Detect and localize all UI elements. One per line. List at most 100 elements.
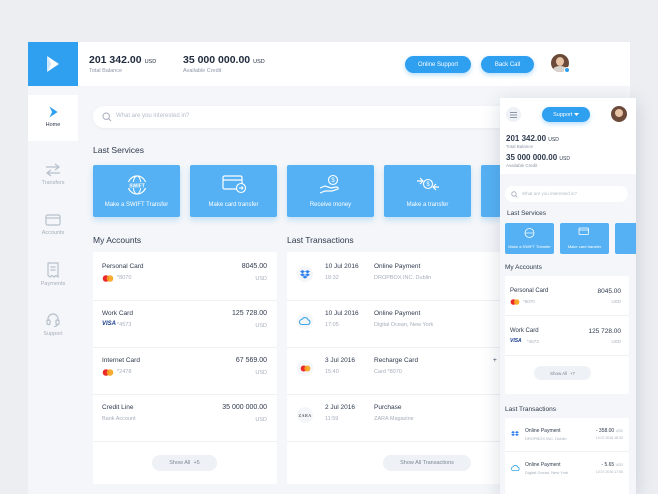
mobile-show-all-button[interactable]: Show All +7	[534, 366, 591, 380]
sidebar-item-label: Support	[43, 331, 63, 337]
mobile-account-row[interactable]: Work Card VISA *4573 125 728.00 USD	[505, 318, 629, 356]
account-row[interactable]: Work Card VISA *4573 125 728.00 USD	[93, 301, 277, 348]
sidebar-item-transfers[interactable]: Transfers	[28, 159, 78, 199]
mobile-account-row[interactable]: Personal Card *8070 8045.00 USD	[505, 278, 629, 316]
mobile-service-card-transfer[interactable]: Make card transfer	[560, 223, 609, 254]
account-currency: USD	[255, 417, 267, 423]
mobile-avatar[interactable]	[611, 106, 627, 122]
transaction-time: 18:32	[325, 275, 339, 281]
mobile-service-more-tile[interactable]	[615, 223, 636, 254]
transaction-desc: DROPBOX INC. Dublin	[525, 436, 567, 441]
receipt-icon	[47, 262, 59, 278]
account-number: *8070	[117, 275, 132, 281]
show-all-count: +7	[569, 370, 575, 376]
transaction-icon-wrap: ZARA	[297, 407, 313, 423]
available-credit-value: 35 000 000.00	[183, 54, 251, 66]
sidebar-item-support[interactable]: Support	[28, 308, 78, 348]
mastercard-icon	[300, 364, 310, 372]
sidebar-item-label: Transfers	[41, 180, 65, 186]
service-label: Make a transfer	[406, 202, 449, 208]
mobile-total-balance: 201 342.00 USD	[506, 134, 559, 143]
account-name: Personal Card	[510, 288, 549, 294]
service-more-tile[interactable]	[481, 165, 501, 217]
available-credit: 35 000 000.00 USD	[183, 54, 265, 66]
service-make-transfer[interactable]: $ Make a transfer	[384, 165, 471, 217]
sidebar-item-accounts[interactable]: Accounts	[28, 209, 78, 249]
show-all-label: Show All	[550, 370, 568, 376]
show-all-count: +5	[193, 460, 200, 466]
mobile-service-swift[interactable]: Make a SWIFT Transfer	[505, 223, 554, 254]
search-input[interactable]: What are you interested in?	[116, 113, 189, 119]
mobile-search-input[interactable]: What are you interested in?	[522, 191, 577, 196]
mobile-app: Support 201 342.00 USD Total Balance 35 …	[500, 98, 636, 494]
account-amount: 8045.00	[597, 288, 622, 295]
transaction-amount-value: - 5.65	[601, 462, 615, 468]
transaction-row[interactable]: 3 Jul 2016 15:40 Recharge Card Card *807…	[287, 348, 501, 395]
mobile-transaction-row[interactable]: Online Payment DROPBOX INC. Dublin - 358…	[505, 420, 629, 452]
mobile-accounts-title: My Accounts	[505, 264, 542, 271]
sidebar-item-payments[interactable]: Payments	[28, 258, 78, 298]
sidebar-item-label: Accounts	[41, 230, 65, 236]
total-balance-label: Total Balance	[89, 68, 123, 74]
available-credit-label: Available Credit	[183, 68, 222, 74]
account-amount: 67 569.00	[235, 357, 267, 364]
visa-logo: VISA	[102, 321, 117, 327]
mobile-total-balance-label: Total Balance	[506, 144, 534, 149]
mobile-transaction-row[interactable]: Online Payment Digital Ocean, New York -…	[505, 454, 629, 486]
transaction-amount: - 358.00 USD	[596, 428, 623, 434]
brand-logo[interactable]	[28, 42, 78, 86]
account-amount: 35 000 000.00	[222, 404, 267, 411]
search-icon	[511, 190, 518, 198]
card-arrow-icon	[221, 175, 246, 194]
mobile-available-credit-value: 35 000 000.00	[506, 153, 558, 162]
menu-button[interactable]	[506, 107, 521, 122]
service-label: Receive money	[309, 202, 352, 208]
globe-icon	[524, 228, 535, 238]
service-label: Make card transfer	[208, 202, 259, 208]
last-transactions-title: Last Transactions	[287, 235, 354, 245]
transaction-icon-wrap	[297, 360, 313, 376]
mastercard-icon	[102, 369, 114, 376]
my-accounts-title: My Accounts	[93, 235, 142, 245]
service-receive-money[interactable]: $ Receive money	[287, 165, 374, 217]
account-name: Work Card	[102, 310, 133, 317]
hamburger-icon	[510, 111, 517, 118]
service-label: Make a SWIFT Transfer	[104, 202, 169, 208]
service-swift-transfer[interactable]: SWIFT Make a SWIFT Transfer	[93, 165, 180, 217]
mobile-total-balance-currency: USD	[548, 137, 559, 143]
show-all-transactions-button[interactable]: Show All Transactions	[383, 455, 471, 471]
mobile-search-bar[interactable]: What are you interested in?	[505, 186, 628, 202]
mobile-service-label: Make card transfer	[567, 244, 602, 249]
transaction-icon-wrap	[297, 266, 313, 282]
transaction-currency: USD	[615, 429, 623, 433]
account-number: Bank Account	[102, 416, 136, 422]
account-number: *8070	[523, 299, 535, 304]
account-currency: USD	[255, 276, 267, 282]
transaction-row[interactable]: 10 Jul 2016 17:05 Online Payment Digital…	[287, 301, 501, 348]
account-row[interactable]: Internet Card *2478 67 569.00 USD	[93, 348, 277, 395]
show-all-accounts-button[interactable]: Show All +5	[152, 455, 217, 471]
account-number: *2478	[117, 369, 132, 375]
total-balance-value: 201 342.00	[89, 54, 142, 66]
mobile-support-button[interactable]: Support	[542, 107, 590, 122]
transaction-row[interactable]: 10 Jul 2016 18:32 Online Payment DROPBOX…	[287, 254, 501, 301]
mobile-transactions-panel: Online Payment DROPBOX INC. Dublin - 358…	[505, 418, 629, 494]
back-call-button[interactable]: Back Call	[481, 56, 534, 73]
account-row[interactable]: Personal Card *8070 8045.00 USD	[93, 254, 277, 301]
transaction-icon-wrap	[297, 313, 313, 329]
card-icon	[45, 214, 61, 226]
sidebar-item-home[interactable]: Home	[28, 95, 78, 141]
account-row[interactable]: Credit Line Bank Account 35 000 000.00 U…	[93, 395, 277, 442]
mobile-accounts-panel: Personal Card *8070 8045.00 USD Work Car…	[505, 276, 629, 394]
search-bar[interactable]: What are you interested in?	[93, 106, 556, 128]
transaction-date: 2 Jul 2016	[325, 404, 355, 411]
account-currency: USD	[611, 339, 621, 344]
account-name: Internet Card	[102, 357, 140, 364]
accounts-panel: Personal Card *8070 8045.00 USD Work Car…	[93, 252, 277, 484]
cloud-icon	[511, 465, 520, 471]
logo-icon	[48, 106, 58, 118]
online-support-button[interactable]: Online Support	[405, 56, 471, 73]
service-card-transfer[interactable]: Make card transfer	[190, 165, 277, 217]
dropbox-icon	[511, 431, 519, 436]
transaction-row[interactable]: ZARA 2 Jul 2016 11:59 Purchase ZARA Maga…	[287, 395, 501, 442]
